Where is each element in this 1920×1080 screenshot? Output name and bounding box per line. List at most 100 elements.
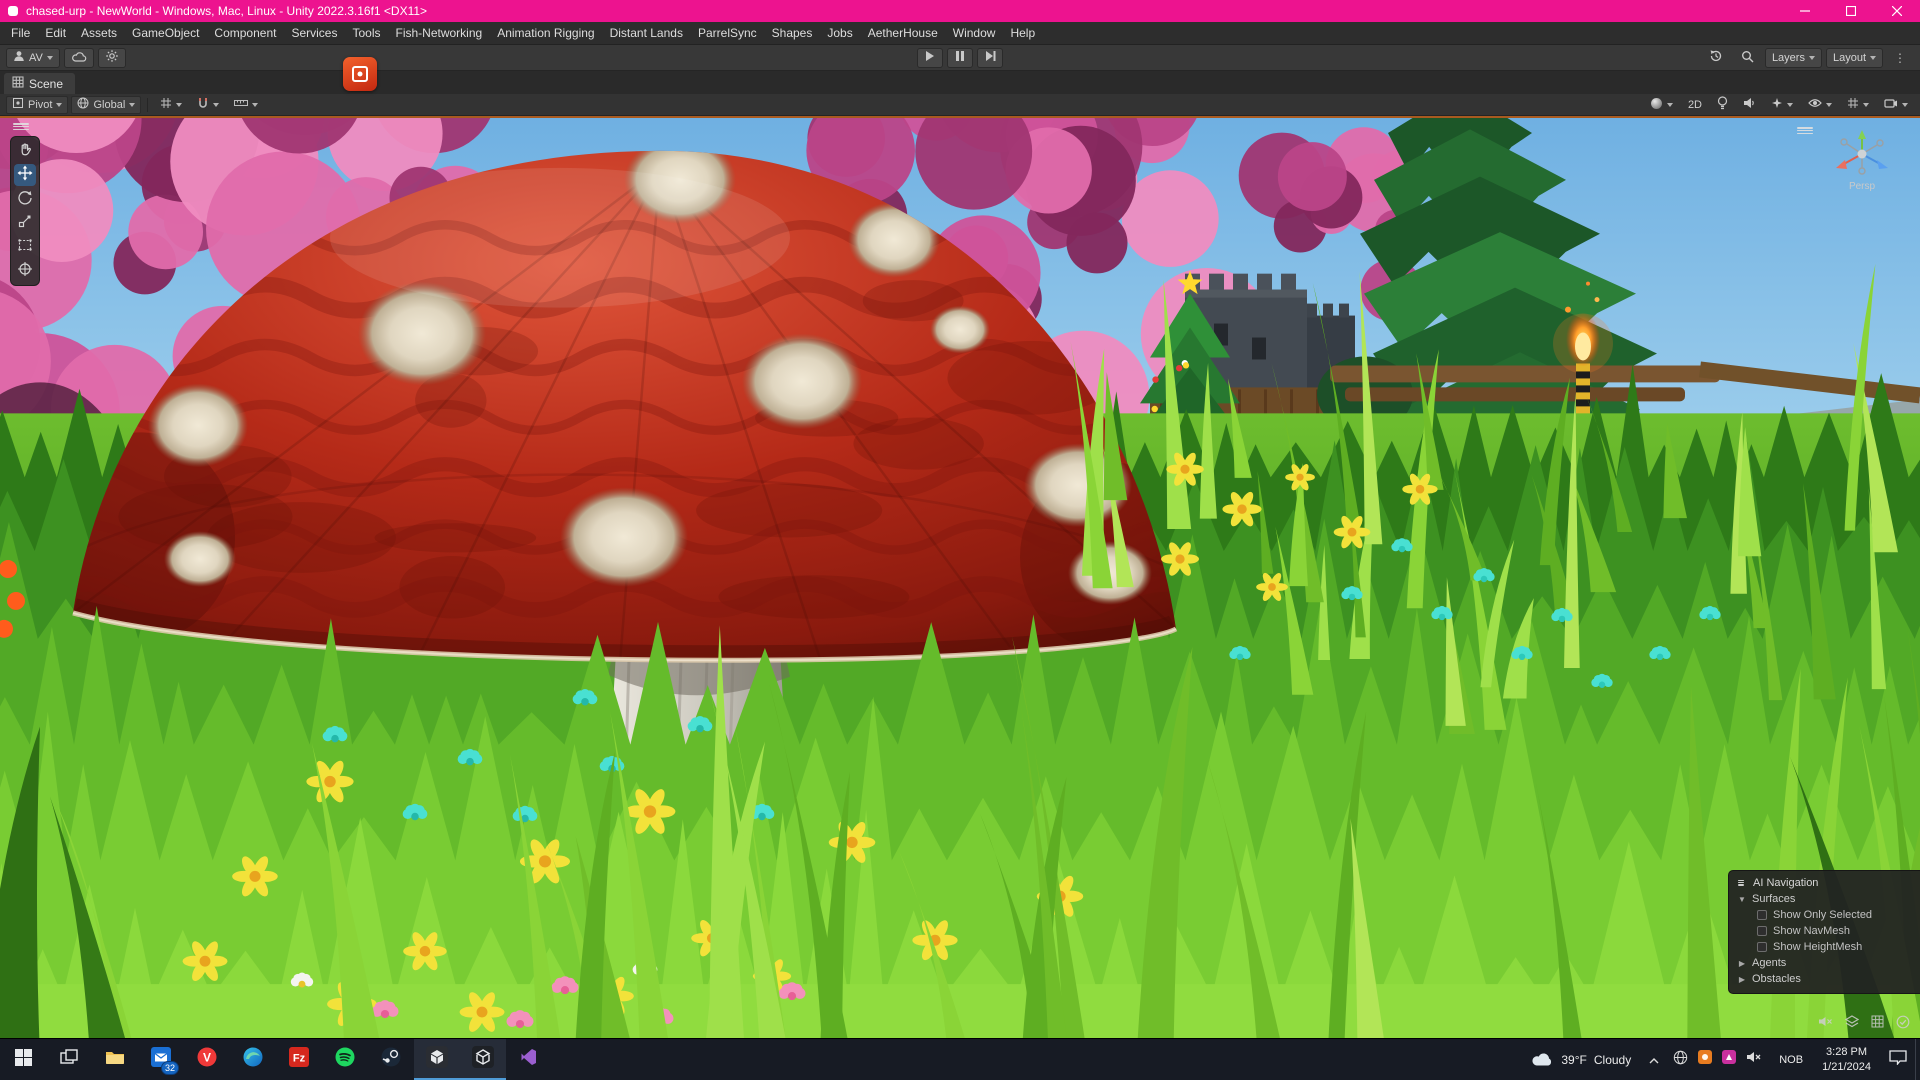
vivaldi-icon: V	[197, 1047, 217, 1072]
separator	[147, 98, 148, 112]
overflow-menu-button[interactable]: ⋮	[1887, 48, 1914, 68]
minimize-button[interactable]	[1782, 0, 1828, 22]
maximize-button[interactable]	[1828, 0, 1874, 22]
menu-assets[interactable]: Assets	[74, 24, 124, 42]
titlebar[interactable]: chased-urp - NewWorld - Windows, Mac, Li…	[0, 0, 1920, 22]
snap-settings-dropdown[interactable]	[228, 96, 264, 114]
volume-muted-icon[interactable]	[1746, 1050, 1762, 1069]
pivot-dropdown[interactable]: Pivot	[6, 96, 68, 114]
scene-overlay-menu-icon[interactable]	[1794, 126, 1816, 135]
chevron-down-icon	[47, 56, 53, 60]
edge-button[interactable]	[230, 1039, 276, 1080]
search-button[interactable]	[1734, 48, 1761, 68]
mail-button[interactable]: 32	[138, 1039, 184, 1080]
scene-view-render[interactable]	[0, 118, 1920, 1038]
foldout-open-icon: ▼	[1737, 895, 1747, 904]
spotify-button[interactable]	[322, 1039, 368, 1080]
surfaces-foldout[interactable]: ▼ Surfaces	[1735, 891, 1914, 907]
network-globe-icon[interactable]	[1673, 1050, 1688, 1070]
vivaldi-button[interactable]: V	[184, 1039, 230, 1080]
floating-tool-icon[interactable]	[343, 57, 377, 91]
show-heightmesh-row[interactable]: Show HeightMesh	[1735, 939, 1914, 955]
step-button[interactable]	[977, 48, 1003, 68]
layers-dropdown[interactable]: Layers	[1765, 48, 1822, 68]
undo-history-button[interactable]	[1702, 48, 1730, 68]
grid-snap-dropdown[interactable]	[154, 96, 188, 114]
menu-services[interactable]: Services	[284, 24, 344, 42]
show-desktop-button[interactable]	[1915, 1039, 1920, 1080]
unity-hub-button[interactable]	[460, 1039, 506, 1080]
show-navmesh-checkbox[interactable]	[1757, 926, 1767, 936]
viewport-layers-icon[interactable]	[1845, 1015, 1859, 1034]
global-dropdown[interactable]: Global	[71, 96, 141, 114]
file-explorer-button[interactable]	[92, 1039, 138, 1080]
viewport-grid-icon[interactable]	[1871, 1015, 1884, 1034]
scale-tool-button[interactable]	[14, 212, 36, 234]
unity-editor-button[interactable]	[414, 1039, 460, 1080]
transform-tool-button[interactable]	[14, 260, 36, 282]
pause-button[interactable]	[947, 48, 973, 68]
rect-tool-button[interactable]	[14, 236, 36, 258]
menu-aetherhouse[interactable]: AetherHouse	[861, 24, 945, 42]
menu-help[interactable]: Help	[1003, 24, 1042, 42]
menu-jobs[interactable]: Jobs	[820, 24, 859, 42]
services-button[interactable]	[98, 48, 126, 68]
show-navmesh-row[interactable]: Show NavMesh	[1735, 923, 1914, 939]
scene-viewport[interactable]: Persp AI Navigation ▼ Surfaces Show Only…	[0, 116, 1920, 1038]
increment-snap-dropdown[interactable]	[191, 96, 225, 114]
hidden-objects-dropdown[interactable]	[1802, 96, 1838, 114]
visual-studio-button[interactable]	[506, 1039, 552, 1080]
effects-dropdown[interactable]	[1765, 96, 1799, 114]
layout-dropdown[interactable]: Layout	[1826, 48, 1883, 68]
menu-distant-lands[interactable]: Distant Lands	[603, 24, 690, 42]
menu-parrelsync[interactable]: ParrelSync	[691, 24, 764, 42]
ai-navigation-header[interactable]: AI Navigation	[1735, 874, 1914, 891]
rotate-tool-button[interactable]	[14, 188, 36, 210]
draw-mode-dropdown[interactable]	[1644, 96, 1679, 114]
hidden-icons-button[interactable]	[1643, 1051, 1665, 1069]
action-center-button[interactable]	[1881, 1049, 1915, 1070]
orientation-gizmo[interactable]: Persp	[1826, 128, 1898, 192]
cloud-button[interactable]	[64, 48, 94, 68]
view-tool-button[interactable]	[14, 140, 36, 162]
tray-app-orange-icon[interactable]	[1698, 1050, 1712, 1069]
language-indicator[interactable]: NOB	[1770, 1054, 1812, 1066]
projection-label[interactable]: Persp	[1826, 181, 1898, 192]
steam-button[interactable]	[368, 1039, 414, 1080]
lighting-toggle[interactable]	[1711, 96, 1734, 114]
obstacles-foldout[interactable]: ▶ Obstacles	[1735, 971, 1914, 987]
menu-edit[interactable]: Edit	[38, 24, 73, 42]
account-dropdown[interactable]: AV	[6, 48, 60, 68]
task-view-button[interactable]	[46, 1039, 92, 1080]
audio-toggle[interactable]	[1737, 96, 1762, 114]
tray-app-magenta-icon[interactable]	[1722, 1050, 1736, 1069]
menu-file[interactable]: File	[4, 24, 37, 42]
show-only-selected-checkbox[interactable]	[1757, 910, 1767, 920]
menu-animation-rigging[interactable]: Animation Rigging	[490, 24, 601, 42]
toggle-2d-button[interactable]: 2D	[1682, 96, 1708, 114]
move-tool-button[interactable]	[14, 164, 36, 186]
weather-widget[interactable]: 39°F Cloudy	[1518, 1039, 1643, 1080]
menu-component[interactable]: Component	[207, 24, 283, 42]
agents-foldout[interactable]: ▶ Agents	[1735, 955, 1914, 971]
start-button[interactable]	[0, 1039, 46, 1080]
obstacles-label: Obstacles	[1752, 973, 1801, 985]
filezilla-button[interactable]: Fz	[276, 1039, 322, 1080]
close-button[interactable]	[1874, 0, 1920, 22]
menu-shapes[interactable]: Shapes	[765, 24, 820, 42]
viewport-check-icon[interactable]	[1896, 1015, 1910, 1034]
menu-gameobject[interactable]: GameObject	[125, 24, 206, 42]
toolbar-right: Layers Layout ⋮	[1702, 48, 1914, 68]
tab-scene[interactable]: Scene	[4, 73, 75, 94]
play-button[interactable]	[917, 48, 943, 68]
show-heightmesh-checkbox[interactable]	[1757, 942, 1767, 952]
show-only-selected-row[interactable]: Show Only Selected	[1735, 907, 1914, 923]
taskbar-clock[interactable]: 3:28 PM 1/21/2024	[1812, 1045, 1881, 1074]
menu-window[interactable]: Window	[946, 24, 1003, 42]
overlay-menu-icon[interactable]	[10, 122, 32, 131]
menu-fish-networking[interactable]: Fish-Networking	[388, 24, 489, 42]
camera-gizmos-dropdown[interactable]	[1878, 96, 1914, 114]
viewport-audio-mute-icon[interactable]	[1818, 1015, 1833, 1034]
grid-visibility-dropdown[interactable]	[1841, 96, 1875, 114]
menu-tools[interactable]: Tools	[345, 24, 387, 42]
